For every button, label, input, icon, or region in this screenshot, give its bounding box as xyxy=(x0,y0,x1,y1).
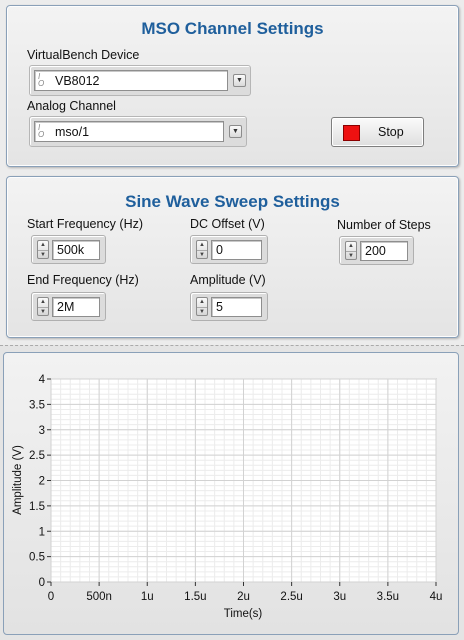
y-tick-label: 1 xyxy=(39,526,45,538)
y-tick-label: 0.5 xyxy=(29,552,45,564)
y-axis-label: Amplitude (V) xyxy=(12,445,24,515)
y-tick-label: 3.5 xyxy=(29,399,45,411)
x-tick-label: 1.5u xyxy=(184,591,206,603)
y-tick-label: 4 xyxy=(39,374,46,386)
x-tick-label: 2u xyxy=(237,591,250,603)
x-tick-label: 1u xyxy=(141,591,154,603)
x-tick-label: 3.5u xyxy=(377,591,399,603)
x-tick-label: 4u xyxy=(430,591,443,603)
x-tick-label: 2.5u xyxy=(280,591,302,603)
x-tick-label: 0 xyxy=(48,591,54,603)
y-tick-label: 3 xyxy=(39,425,45,437)
y-tick-label: 1.5 xyxy=(29,501,45,513)
waveform-graph[interactable]: 0 0.5 1 1.5 2 2.5 3 3.5 4 0 500n 1u 1.5u 2u 2.5u 3u 3.5… xyxy=(0,0,464,639)
y-tick-label: 0 xyxy=(39,577,45,589)
x-tick-label: 500n xyxy=(86,591,112,603)
y-tick-label: 2 xyxy=(39,476,45,488)
x-tick-label: 3u xyxy=(333,591,346,603)
y-tick-label: 2.5 xyxy=(29,450,45,462)
x-axis-label: Time(s) xyxy=(224,608,263,620)
